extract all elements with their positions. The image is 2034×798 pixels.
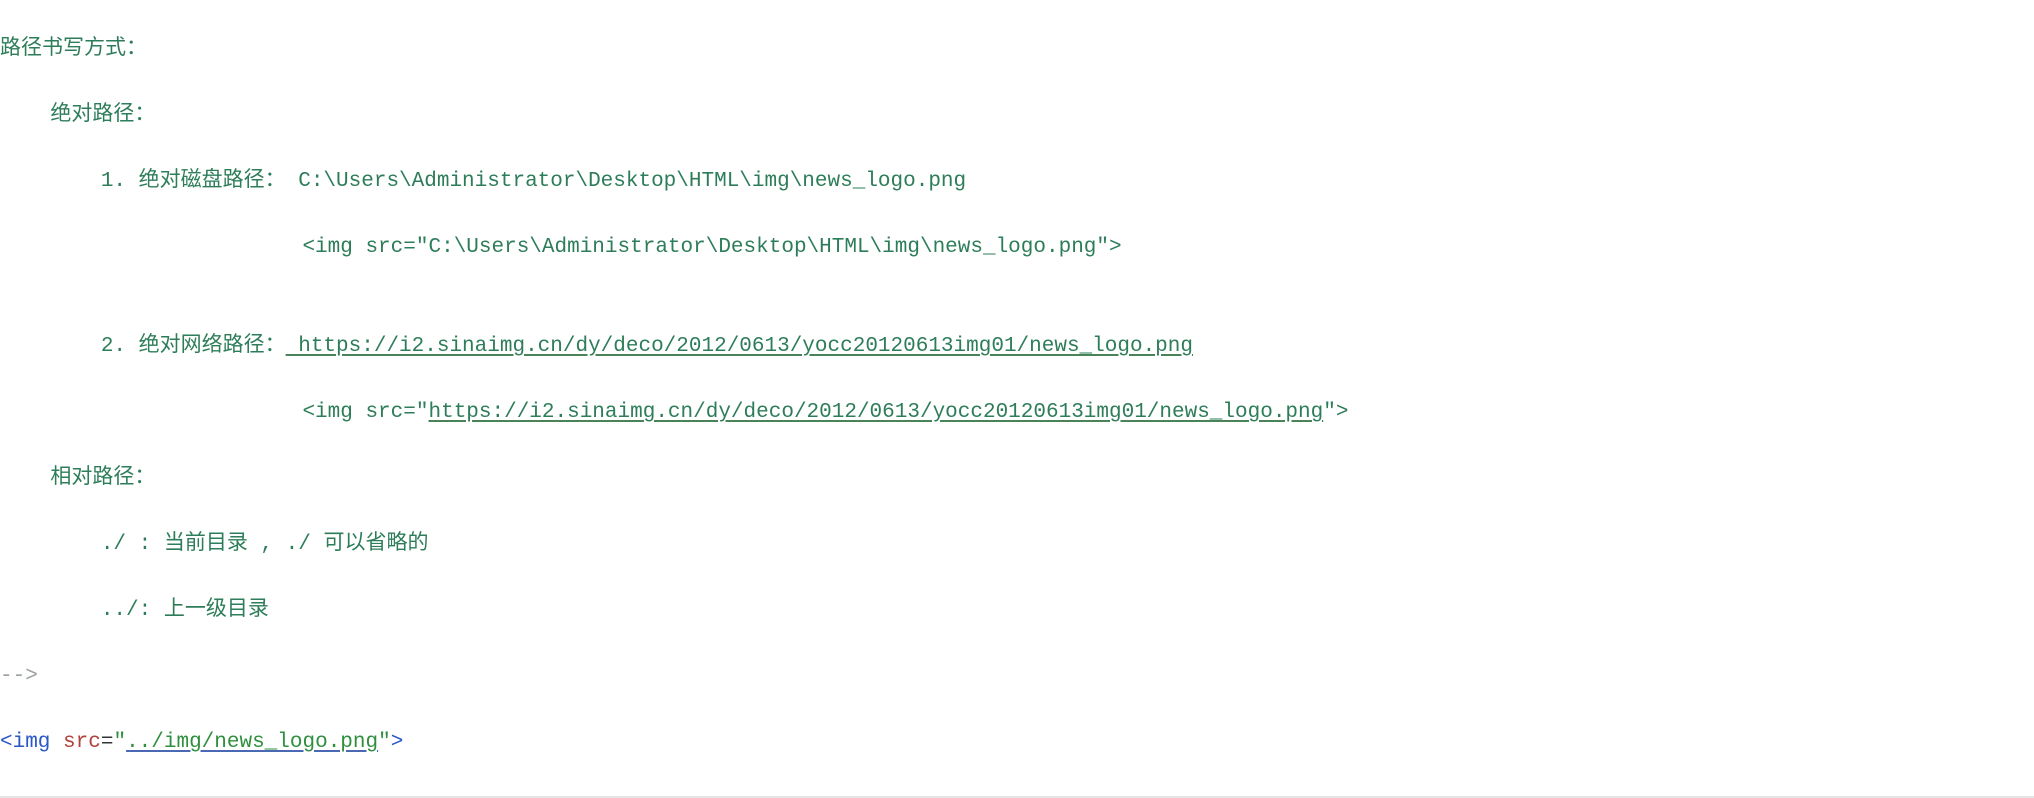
abs-disk-label: 1. 绝对磁盘路径： [0, 170, 286, 193]
abs-net-label: 2. 绝对网络路径： [0, 335, 286, 358]
abs-net-url: https://i2.sinaimg.cn/dy/deco/2012/0613/… [286, 335, 1193, 358]
rel-line-1: ./ : 当前目录 , ./ 可以省略的 [0, 533, 428, 556]
img-tag-close: > [391, 731, 404, 754]
img-tag-open: <img [0, 731, 50, 754]
equals-sign: = [101, 731, 114, 754]
abs-disk-img-value: C:\Users\Administrator\Desktop\HTML\img\… [428, 236, 1096, 259]
abs-disk-path: C:\Users\Administrator\Desktop\HTML\img\… [286, 170, 967, 193]
quote-open: " [113, 731, 126, 754]
comment-header: 路径书写方式： [0, 38, 147, 61]
code-editor: 路径书写方式： 绝对路径： 1. 绝对磁盘路径： C:\Users\Admini… [0, 0, 2034, 798]
comment-end: --> [0, 665, 38, 688]
img-src-value: ../img/news_logo.png [126, 731, 378, 754]
abs-disk-img-suffix: "> [1096, 236, 1121, 259]
abs-path-header: 绝对路径： [0, 104, 155, 127]
img-attr-name: src [63, 731, 101, 754]
abs-net-img-prefix: <img src=" [0, 401, 428, 424]
abs-net-img-suffix: "> [1323, 401, 1348, 424]
abs-net-img-value: https://i2.sinaimg.cn/dy/deco/2012/0613/… [428, 401, 1323, 424]
rel-path-header: 相对路径： [0, 467, 155, 490]
quote-close: " [378, 731, 391, 754]
rel-line-2: ../: 上一级目录 [0, 599, 269, 622]
abs-disk-img-prefix: <img src=" [0, 236, 428, 259]
